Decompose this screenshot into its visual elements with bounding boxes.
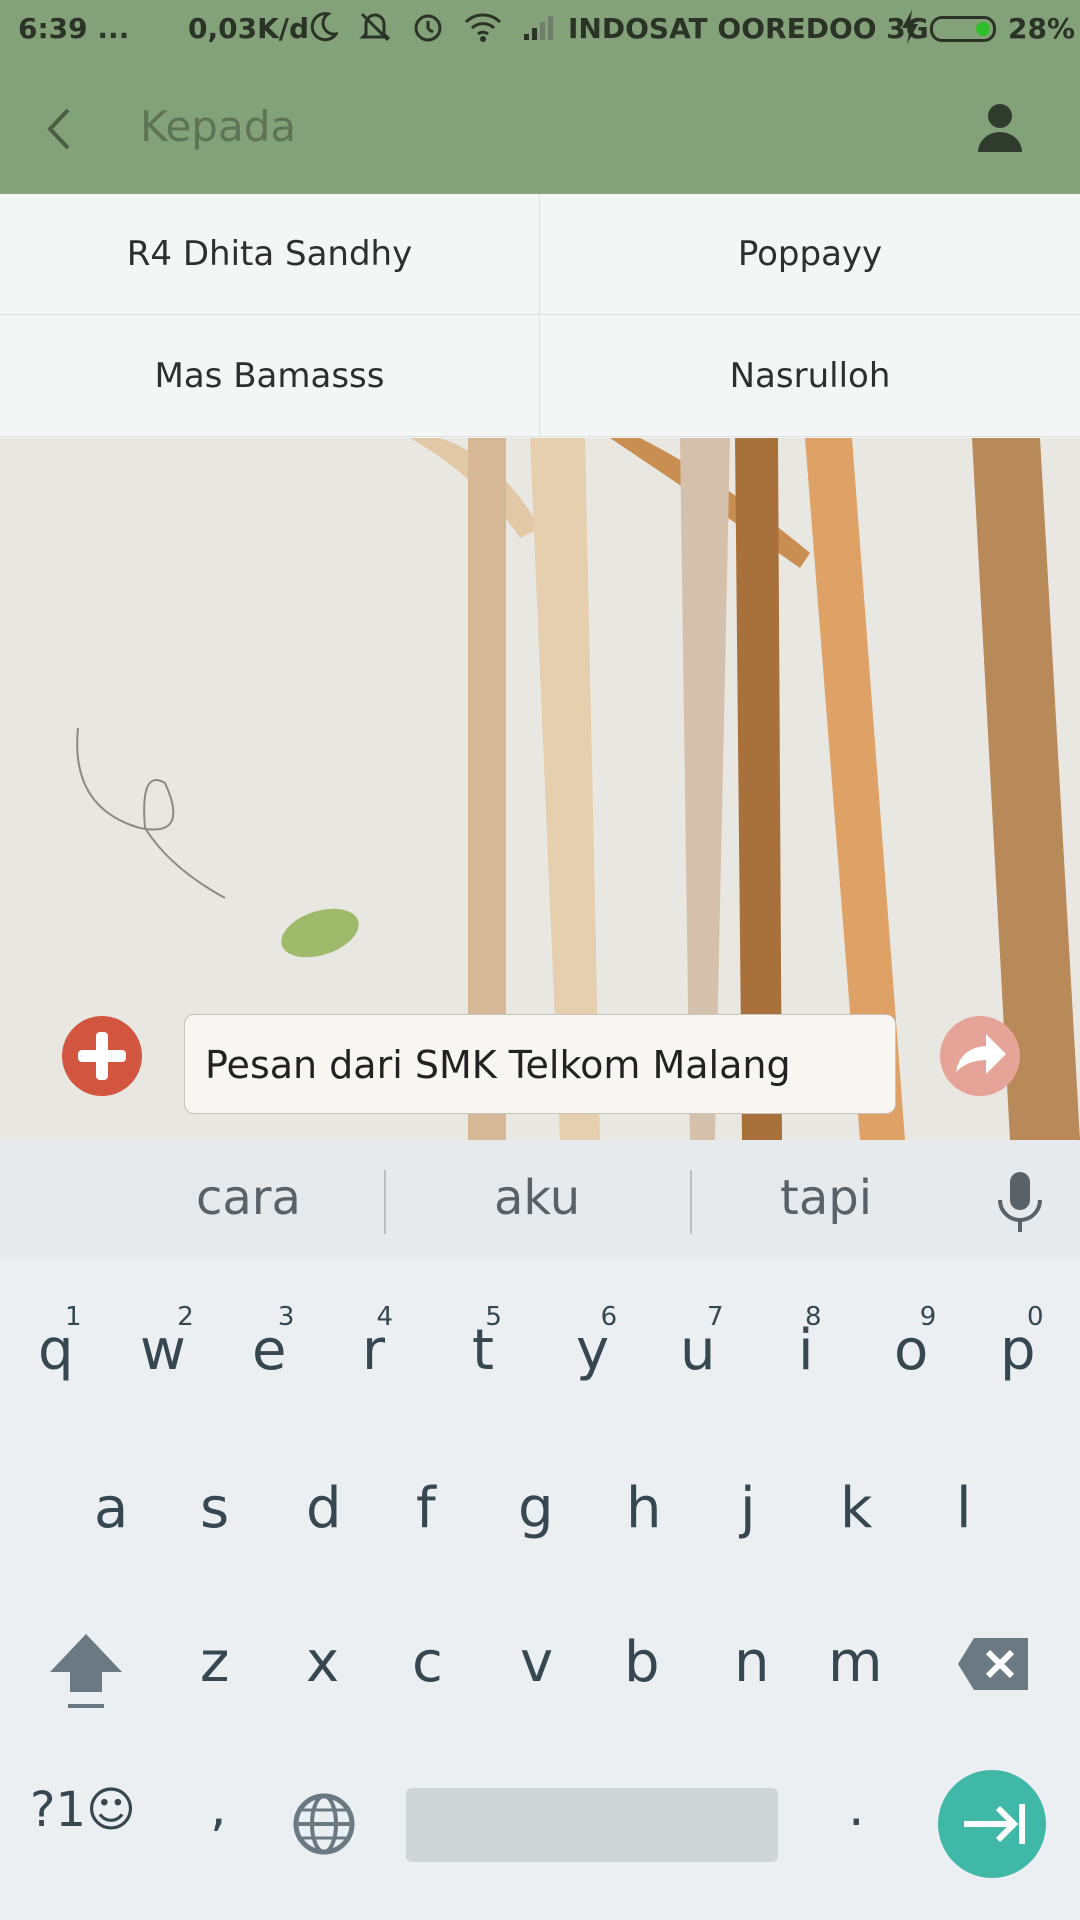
key-label: d	[306, 1476, 342, 1541]
battery-icon	[930, 16, 996, 42]
globe-icon[interactable]	[292, 1792, 356, 1856]
key-u[interactable]: u7	[680, 1302, 724, 1383]
key-i[interactable]: i8	[798, 1302, 822, 1383]
suggestion-word[interactable]: tapi	[780, 1170, 872, 1226]
mute-bell-icon	[359, 12, 391, 42]
suggestion-word[interactable]: cara	[196, 1170, 301, 1226]
key-label: j	[740, 1476, 756, 1541]
key-t[interactable]: t5	[472, 1302, 502, 1383]
charging-icon	[900, 10, 920, 51]
network-speed: 0,03K/d	[188, 12, 310, 45]
key-l[interactable]: l	[956, 1476, 972, 1541]
signal-icon	[524, 16, 553, 40]
message-input[interactable]: Pesan dari SMK Telkom Malang	[184, 1014, 896, 1114]
moon-icon	[310, 12, 338, 42]
key-s[interactable]: s	[200, 1476, 229, 1541]
key-label: k	[840, 1476, 873, 1541]
suggestion-divider	[384, 1170, 386, 1234]
key-e[interactable]: e3	[252, 1302, 294, 1383]
time-text: 6:39	[18, 12, 88, 45]
key-label: l	[956, 1476, 972, 1541]
key-hint: 4	[376, 1302, 394, 1332]
key-hint: 7	[706, 1302, 724, 1332]
key-hint: 8	[805, 1302, 822, 1332]
recipient-item[interactable]: R4 Dhita Sandhy	[0, 194, 540, 315]
key-hint: 2	[177, 1302, 194, 1332]
key-n[interactable]: n	[734, 1630, 770, 1695]
key-x[interactable]: x	[306, 1630, 339, 1695]
backspace-key[interactable]	[956, 1636, 1030, 1692]
contact-person-icon[interactable]	[972, 100, 1028, 156]
key-label: h	[626, 1476, 662, 1541]
enter-arrow-icon	[964, 1804, 1025, 1844]
key-o[interactable]: o9	[894, 1302, 936, 1383]
wifi-icon	[464, 13, 502, 42]
key-label: a	[94, 1476, 129, 1541]
suggestion-divider	[690, 1170, 692, 1234]
key-q[interactable]: q1	[38, 1302, 82, 1383]
send-button[interactable]	[938, 1014, 1022, 1098]
recipient-item[interactable]: Mas Bamasss	[0, 316, 540, 437]
comma-key[interactable]: ,	[210, 1778, 227, 1838]
key-d[interactable]: d	[306, 1476, 342, 1541]
add-attachment-button[interactable]	[60, 1014, 144, 1098]
suggestion-word[interactable]: aku	[494, 1170, 580, 1226]
key-label: x	[306, 1630, 340, 1695]
key-g[interactable]: g	[518, 1476, 554, 1541]
keyboard: q1 w2 e3 r4 t5 y6 u7 i8 o9 p0 a s d f g …	[0, 1258, 1080, 1920]
status-bar: 6:39 ... 0,03K/d INDOSAT OOREDOO 3G 28%	[0, 0, 1080, 62]
key-label: z	[200, 1630, 230, 1695]
carrier-name: INDOSAT OOREDOO 3G	[568, 12, 929, 45]
recipient-item[interactable]: Nasrulloh	[540, 316, 1080, 437]
recipient-suggestions: R4 Dhita Sandhy Poppayy Mas Bamasss Nasr…	[0, 194, 1080, 438]
key-label: n	[734, 1630, 770, 1695]
key-hint: 9	[919, 1302, 937, 1332]
key-z[interactable]: z	[200, 1630, 229, 1695]
key-y[interactable]: y6	[576, 1302, 617, 1383]
key-r[interactable]: r4	[362, 1302, 393, 1383]
key-b[interactable]: b	[624, 1630, 660, 1695]
microphone-icon[interactable]	[994, 1170, 1046, 1234]
space-bar[interactable]	[406, 1788, 778, 1862]
key-v[interactable]: v	[520, 1630, 553, 1695]
key-hint: 6	[600, 1302, 618, 1332]
key-c[interactable]: c	[412, 1630, 443, 1695]
key-p[interactable]: p0	[1000, 1302, 1044, 1383]
key-hint: 5	[485, 1302, 502, 1332]
key-f[interactable]: f	[416, 1476, 436, 1541]
key-label: m	[828, 1630, 883, 1695]
key-label: g	[518, 1476, 554, 1541]
key-m[interactable]: m	[828, 1630, 883, 1695]
alarm-icon	[414, 14, 442, 42]
key-hint: 0	[1027, 1302, 1044, 1332]
key-j[interactable]: j	[740, 1476, 756, 1541]
notification-dots: ...	[97, 12, 130, 45]
symbols-key[interactable]: ?1☺	[30, 1782, 136, 1838]
key-label: s	[200, 1476, 230, 1541]
keyboard-suggestions: cara aku tapi	[0, 1140, 1080, 1258]
enter-key[interactable]	[938, 1770, 1046, 1878]
key-a[interactable]: a	[94, 1476, 128, 1541]
recipient-field[interactable]: Kepada	[140, 102, 296, 151]
status-icons	[310, 10, 558, 44]
period-key[interactable]: .	[848, 1778, 865, 1838]
key-hint: 1	[65, 1302, 82, 1332]
back-arrow-icon[interactable]	[34, 102, 88, 156]
key-h[interactable]: h	[626, 1476, 662, 1541]
key-w[interactable]: w2	[140, 1302, 194, 1383]
key-hint: 3	[277, 1302, 295, 1332]
key-label: b	[624, 1630, 660, 1695]
key-label: f	[416, 1476, 436, 1541]
key-k[interactable]: k	[840, 1476, 872, 1541]
app-bar: Kepada	[0, 62, 1080, 194]
shift-key[interactable]	[48, 1630, 124, 1712]
key-label: v	[520, 1630, 554, 1695]
recipient-item[interactable]: Poppayy	[540, 194, 1080, 315]
key-label: c	[412, 1630, 443, 1695]
status-time: 6:39 ...	[18, 12, 129, 45]
battery-percent: 28%	[1008, 12, 1076, 45]
